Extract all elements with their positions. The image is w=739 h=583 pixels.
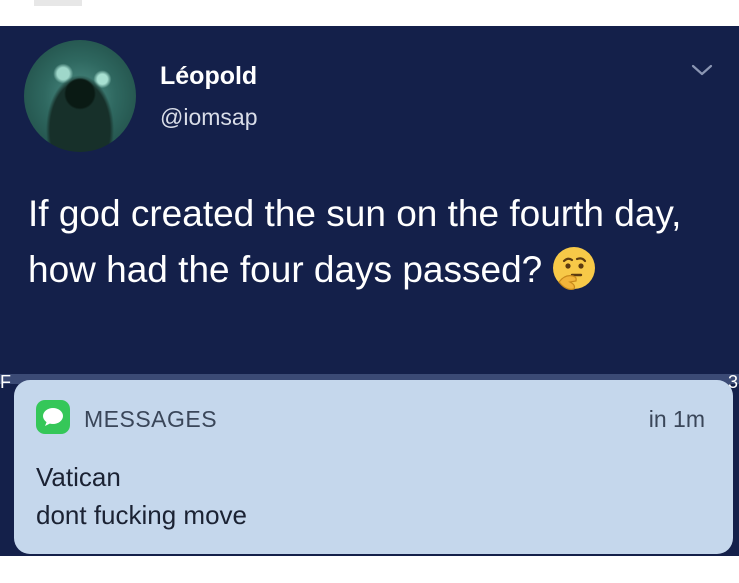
edge-glyph-left: F bbox=[0, 372, 11, 392]
author-name[interactable]: Léopold bbox=[160, 62, 257, 91]
thinking-face-icon bbox=[553, 247, 596, 291]
chevron-down-icon[interactable] bbox=[690, 60, 714, 80]
notification-time: in 1m bbox=[648, 406, 705, 432]
tweet-text: If god created the sun on the fourth day… bbox=[28, 186, 718, 298]
message-notification[interactable]: MESSAGES in 1m Vatican dont fucking move bbox=[14, 380, 733, 554]
notification-message: dont fucking move bbox=[36, 500, 248, 530]
top-edge-mark bbox=[34, 0, 82, 6]
author-handle[interactable]: @iomsap bbox=[160, 104, 258, 131]
notification-sender: Vatican bbox=[36, 462, 121, 492]
avatar[interactable] bbox=[24, 40, 136, 152]
notification-app-name: MESSAGES bbox=[84, 406, 218, 432]
messages-icon bbox=[36, 400, 70, 434]
